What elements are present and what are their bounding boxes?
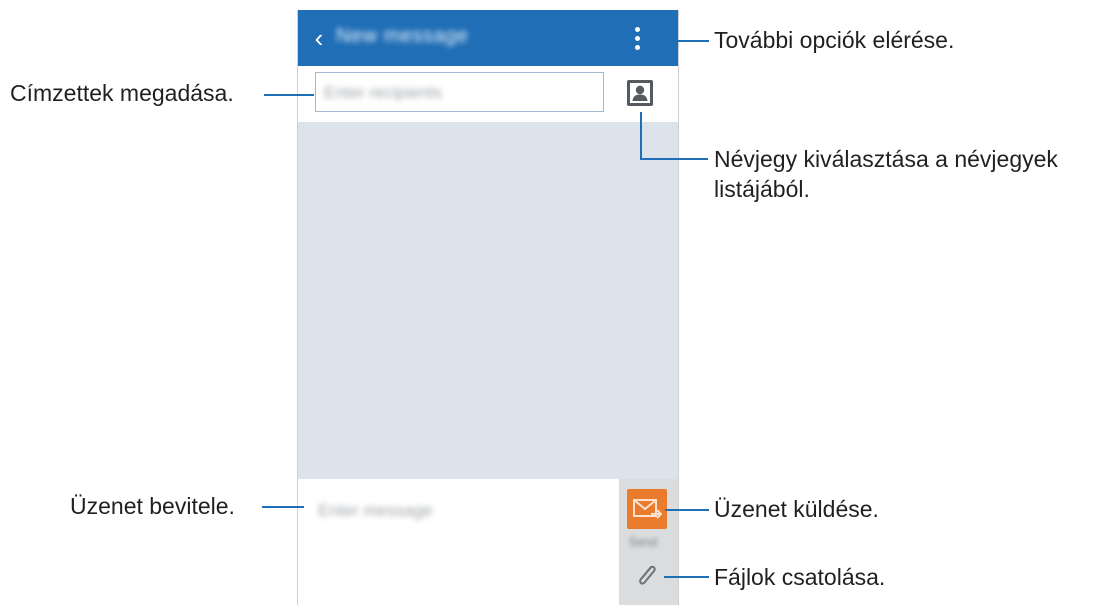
chevron-left-icon[interactable]: ‹ [306,23,332,53]
callout-line-message-input [262,506,304,508]
more-dot [634,26,640,32]
paperclip-icon[interactable] [631,559,663,591]
contact-person-icon [630,83,650,103]
phone-screen: ‹ New message Enter recipients Enter mes… [297,10,679,605]
recipient-area: Enter recipients [298,66,678,122]
more-dot [634,35,640,41]
compose-area: Enter message Send [298,479,678,605]
recipient-input[interactable] [315,72,604,112]
message-input[interactable] [308,489,612,603]
send-button[interactable] [627,489,667,529]
compose-side-panel: Send [619,479,678,605]
callout-line-more-options [657,40,709,42]
conversation-area [298,122,678,479]
callout-contacts-line1: Névjegy kiválasztása a névjegyek [714,146,1058,172]
callout-attach: Fájlok csatolása. [714,564,886,590]
callout-more-options: További opciók elérése. [714,27,955,53]
callout-line-contacts-vertical [640,112,642,160]
callout-line-attach [664,576,709,578]
callout-contacts-line2: listájából. [714,176,810,202]
envelope-send-icon [633,499,663,519]
app-bar-title: New message [336,25,469,47]
send-sublabel: Send [629,535,658,549]
callout-message-input: Üzenet bevitele. [70,493,235,519]
contact-picker-button[interactable] [627,80,653,106]
more-vert-icon[interactable] [626,20,648,56]
callout-line-contacts [640,158,708,160]
callout-send: Üzenet küldése. [714,496,879,522]
app-bar: ‹ New message [298,10,678,66]
callout-recipients: Címzettek megadása. [10,80,234,106]
callout-line-send [665,509,709,511]
callout-line-recipients [264,94,314,96]
more-dot [634,44,640,50]
